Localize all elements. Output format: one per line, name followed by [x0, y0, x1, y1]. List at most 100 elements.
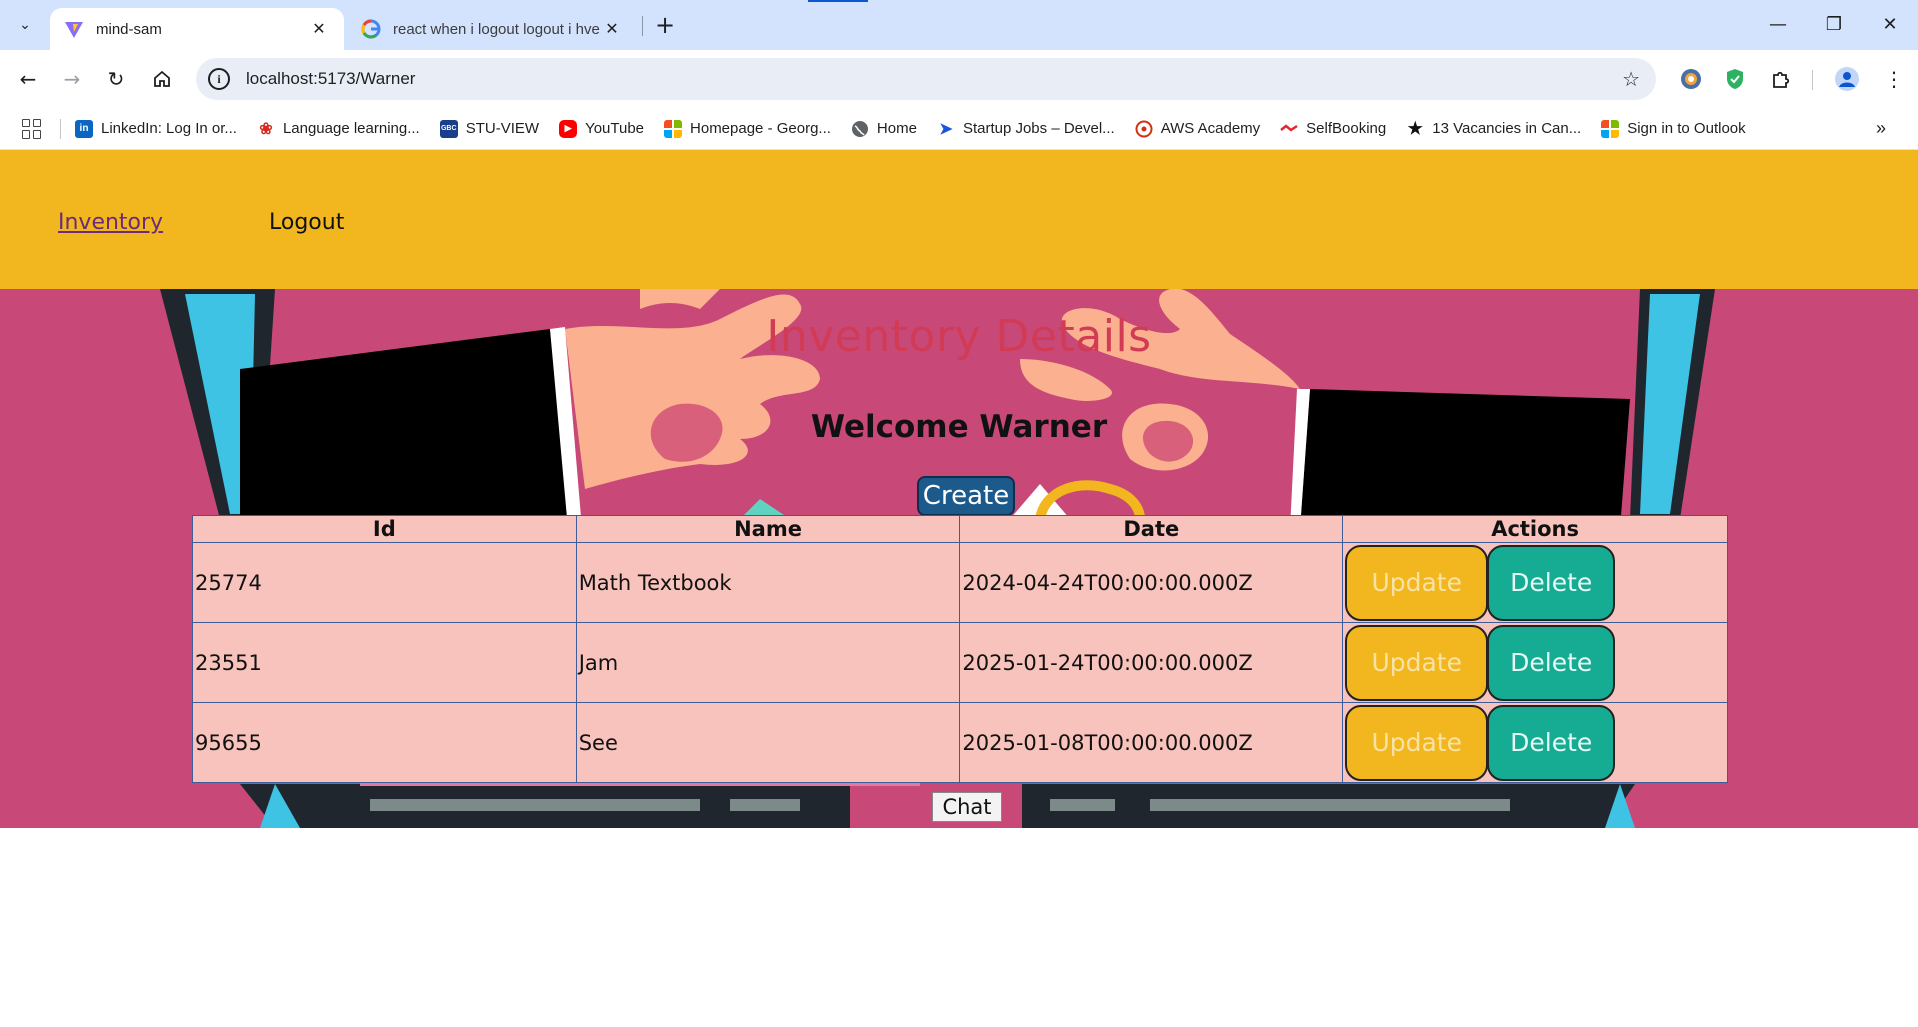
back-button[interactable]: ← — [12, 63, 44, 95]
cell-id: 23551 — [192, 622, 577, 703]
more-bookmarks-icon[interactable]: » — [1876, 118, 1886, 139]
inventory-hero: Inventory Details Welcome Warner Create … — [0, 289, 1918, 828]
cell-actions: Update Delete — [1342, 622, 1728, 703]
tab-mind-sam[interactable]: mind-sam ✕ — [50, 8, 344, 50]
delete-button[interactable]: Delete — [1487, 704, 1616, 781]
bookmark-label: AWS Academy — [1160, 120, 1261, 137]
cell-id: 95655 — [192, 702, 577, 783]
shield-check-icon — [1727, 69, 1743, 89]
bookmark-language-learning[interactable]: ❀ Language learning... — [257, 120, 419, 138]
tab-title: react when i logout logout i hve — [393, 20, 600, 38]
create-button[interactable]: Create — [917, 476, 1015, 516]
home-button[interactable] — [146, 63, 178, 95]
bookmark-linkedin[interactable]: in LinkedIn: Log In or... — [75, 119, 237, 138]
extensions-menu-button[interactable] — [1765, 63, 1797, 95]
update-button[interactable]: Update — [1345, 544, 1489, 621]
tab-search-button[interactable]: ⌄ — [10, 10, 40, 40]
welcome-heading: Welcome Warner — [810, 409, 1108, 445]
bookmark-startup-jobs[interactable]: ➤ Startup Jobs – Devel... — [937, 120, 1115, 138]
update-button[interactable]: Update — [1345, 624, 1489, 701]
star-icon: ★ — [1407, 118, 1423, 138]
extension-button[interactable] — [1675, 63, 1707, 95]
extension-circle-icon — [1681, 69, 1701, 89]
avatar-icon — [1835, 67, 1859, 91]
cell-actions: Update Delete — [1342, 542, 1728, 623]
bookmark-homepage-george[interactable]: Homepage - Georg... — [664, 119, 831, 138]
home-icon — [154, 70, 170, 87]
reload-button[interactable]: ↻ — [100, 63, 132, 95]
bookmark-label: Homepage - Georg... — [690, 120, 831, 137]
bookmarks-bar: in LinkedIn: Log In or... ❀ Language lea… — [0, 108, 1918, 150]
tab-strip-accent — [808, 0, 868, 2]
new-tab-button[interactable]: + — [650, 10, 680, 40]
cell-actions: Update Delete — [1342, 702, 1728, 783]
cell-name: Math Textbook — [575, 542, 961, 623]
table-row: 23551 Jam 2025-01-24T00:00:00.000Z Updat… — [192, 622, 1728, 703]
profile-button[interactable] — [1831, 63, 1863, 95]
reload-icon: ↻ — [107, 67, 125, 91]
forward-button[interactable]: → — [56, 63, 88, 95]
nav-inventory-link[interactable]: Inventory — [58, 210, 163, 235]
minimize-button[interactable]: — — [1750, 0, 1806, 48]
bookmark-outlook[interactable]: Sign in to Outlook — [1601, 119, 1746, 138]
column-header-date: Date — [959, 515, 1344, 543]
bookmarks-divider — [60, 118, 61, 139]
toolbar-separator — [1812, 70, 1813, 90]
extension-button[interactable] — [1719, 63, 1751, 95]
update-button[interactable]: Update — [1345, 704, 1489, 781]
bookmark-vacancies[interactable]: ★ 13 Vacancies in Can... — [1406, 118, 1582, 138]
cell-date: 2025-01-24T00:00:00.000Z — [959, 622, 1344, 703]
table-row: 25774 Math Textbook 2024-04-24T00:00:00.… — [192, 542, 1728, 623]
nav-logout-link[interactable]: Logout — [269, 210, 344, 235]
site-header: Inventory Logout — [0, 150, 1918, 289]
restore-button[interactable]: ❐ — [1806, 0, 1862, 48]
site-info-icon[interactable]: i — [208, 68, 230, 90]
google-icon — [361, 19, 381, 39]
bookmark-youtube[interactable]: ▶ YouTube — [559, 119, 645, 138]
table-header-row: Id Name Date Actions — [192, 515, 1728, 543]
vite-icon — [65, 22, 83, 38]
cell-name: See — [575, 702, 961, 783]
browser-toolbar: ← → ↻ i localhost:5173/Warner ☆ ⋮ — [0, 50, 1918, 108]
youtube-icon: ▶ — [559, 119, 578, 138]
chevron-down-icon: ⌄ — [19, 17, 31, 33]
tab-separator — [642, 16, 643, 36]
inventory-table: Id Name Date Actions 25774 Math Textbook… — [192, 515, 1728, 783]
close-window-button[interactable]: ✕ — [1862, 0, 1918, 48]
url-text[interactable]: localhost:5173/Warner — [246, 69, 415, 89]
bookmark-label: LinkedIn: Log In or... — [101, 120, 237, 137]
bookmark-home[interactable]: Home — [851, 120, 917, 138]
bookmark-selfbooking[interactable]: SelfBooking — [1280, 120, 1386, 138]
bookmark-label: STU-VIEW — [465, 120, 540, 137]
delete-button[interactable]: Delete — [1487, 544, 1616, 621]
close-icon[interactable]: ✕ — [601, 18, 623, 40]
bookmark-label: 13 Vacancies in Can... — [1432, 120, 1582, 137]
page-title: Inventory Details — [766, 311, 1152, 362]
bookmark-label: YouTube — [585, 120, 645, 137]
more-vertical-icon: ⋮ — [1884, 67, 1904, 91]
cell-name: Jam — [575, 622, 961, 703]
bookmark-label: Home — [876, 120, 917, 137]
apps-grid-icon[interactable] — [22, 118, 42, 139]
selfbooking-icon — [1280, 123, 1298, 132]
restore-icon: ❐ — [1825, 13, 1843, 35]
bookmark-stu-view[interactable]: GBC STU-VIEW — [439, 119, 540, 138]
close-icon[interactable]: ✕ — [308, 18, 330, 40]
bookmark-label: Startup Jobs – Devel... — [962, 120, 1115, 137]
bookmark-aws-academy[interactable]: AWS Academy — [1135, 120, 1260, 138]
microsoft-icon — [1601, 119, 1620, 138]
maple-leaf-icon: ❀ — [259, 120, 273, 138]
tab-title: mind-sam — [96, 20, 162, 38]
puzzle-icon — [1773, 71, 1790, 88]
browser-menu-button[interactable]: ⋮ — [1878, 63, 1910, 95]
bookmark-label: Sign in to Outlook — [1627, 120, 1746, 137]
chat-button[interactable]: Chat — [932, 792, 1002, 822]
delete-button[interactable]: Delete — [1487, 624, 1616, 701]
bookmark-star-icon[interactable]: ☆ — [1622, 67, 1640, 91]
tab-google-search[interactable]: react when i logout logout i hve ✕ — [347, 8, 637, 50]
column-header-name: Name — [575, 515, 961, 543]
address-bar[interactable]: i localhost:5173/Warner ☆ — [196, 58, 1656, 100]
minimize-icon: — — [1769, 13, 1787, 35]
cell-id: 25774 — [192, 542, 577, 623]
bookmark-label: SelfBooking — [1306, 120, 1387, 137]
